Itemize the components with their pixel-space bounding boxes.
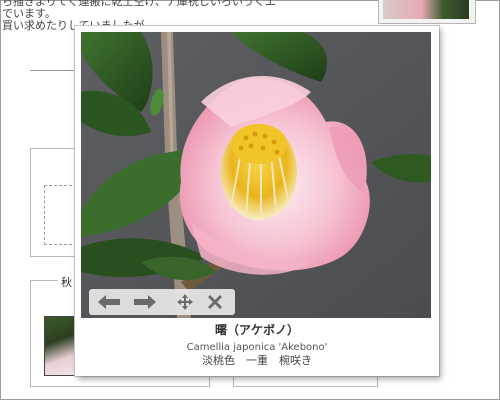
- caption-description: 淡桃色 一重 椀咲き: [202, 354, 312, 367]
- divider: [30, 70, 75, 71]
- prev-button[interactable]: [97, 292, 121, 312]
- lightbox-toolbar: [89, 289, 235, 315]
- background-thumbnail[interactable]: [378, 0, 476, 24]
- panel-legend: 秋: [58, 274, 75, 290]
- arrow-right-icon: [134, 295, 156, 309]
- close-icon: [208, 295, 222, 309]
- caption-latin-name: Camellia japonica 'Akebono': [186, 342, 328, 353]
- move-icon: [177, 294, 193, 310]
- caption-title: 曙（アケボノ）: [214, 323, 299, 337]
- next-button[interactable]: [133, 292, 157, 312]
- image-caption: 曙（アケボノ） Camellia japonica 'Akebono' 淡桃色 …: [75, 320, 439, 368]
- move-button[interactable]: [173, 292, 197, 312]
- arrow-left-icon: [98, 295, 120, 309]
- background-thumbnail-placeholder: [44, 185, 77, 245]
- background-thumbnail[interactable]: [44, 316, 78, 376]
- close-button[interactable]: [203, 292, 227, 312]
- image-lightbox: 曙（アケボノ） Camellia japonica 'Akebono' 淡桃色 …: [75, 26, 439, 376]
- camellia-photo: [81, 32, 431, 318]
